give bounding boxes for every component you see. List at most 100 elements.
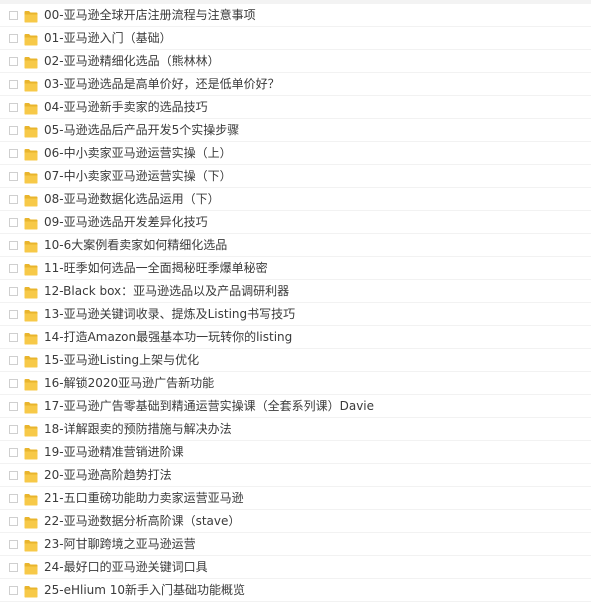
folder-icon — [24, 31, 38, 46]
folder-name: 06-中小卖家亚马逊运营实操（上） — [44, 146, 232, 160]
row-checkbox[interactable] — [9, 172, 18, 181]
folder-row[interactable]: 12-Black box：亚马逊选品以及产品调研利器 — [0, 280, 591, 303]
folder-row[interactable]: 05-马逊选品后产品开发5个实操步骤 — [0, 119, 591, 142]
folder-icon — [24, 422, 38, 437]
row-checkbox[interactable] — [9, 218, 18, 227]
folder-icon — [24, 77, 38, 92]
folder-row[interactable]: 23-阿甘聊跨境之亚马逊运营 — [0, 533, 591, 556]
folder-icon — [24, 353, 38, 368]
folder-row[interactable]: 07-中小卖家亚马逊运营实操（下） — [0, 165, 591, 188]
folder-name: 10-6大案例看卖家如何精细化选品 — [44, 238, 228, 252]
file-browser-window: 00-亚马逊全球开店注册流程与注意事项 01-亚马逊入门（基础） 02-亚马逊精细化… — [0, 0, 591, 609]
folder-name: 20-亚马逊高阶趋势打法 — [44, 468, 172, 482]
folder-row[interactable]: 16-解锁2020亚马逊广告新功能 — [0, 372, 591, 395]
folder-row[interactable]: 04-亚马逊新手卖家的选品技巧 — [0, 96, 591, 119]
row-checkbox[interactable] — [9, 356, 18, 365]
folder-name: 02-亚马逊精细化选品（熊林林） — [44, 54, 220, 68]
row-checkbox[interactable] — [9, 126, 18, 135]
folder-row[interactable]: 13-亚马逊关键词收录、提炼及Listing书写技巧 — [0, 303, 591, 326]
row-checkbox[interactable] — [9, 287, 18, 296]
row-checkbox[interactable] — [9, 80, 18, 89]
folder-icon — [24, 376, 38, 391]
folder-name: 14-打造Amazon最强基本功一玩转你的listing — [44, 330, 293, 344]
folder-name: 11-旺季如何选品一全面揭秘旺季爆单秘密 — [44, 261, 268, 275]
folder-row[interactable]: 08-亚马逊数据化选品运用（下） — [0, 188, 591, 211]
folder-row[interactable]: 24-最好口的亚马逊关键词口具 — [0, 556, 591, 579]
folder-name: 07-中小卖家亚马逊运营实操（下） — [44, 169, 232, 183]
folder-row[interactable]: 10-6大案例看卖家如何精细化选品 — [0, 234, 591, 257]
folder-icon — [24, 169, 38, 184]
folder-name: 08-亚马逊数据化选品运用（下） — [44, 192, 220, 206]
row-checkbox[interactable] — [9, 310, 18, 319]
folder-row[interactable]: 14-打造Amazon最强基本功一玩转你的listing — [0, 326, 591, 349]
row-checkbox[interactable] — [9, 34, 18, 43]
folder-icon — [24, 468, 38, 483]
folder-name: 15-亚马逊Listing上架与优化 — [44, 353, 200, 367]
folder-row[interactable]: 09-亚马逊选品开发差异化技巧 — [0, 211, 591, 234]
row-checkbox[interactable] — [9, 586, 18, 595]
folder-row[interactable]: 22-亚马逊数据分析高阶课（stave） — [0, 510, 591, 533]
folder-name: 19-亚马逊精准营销进阶课 — [44, 445, 184, 459]
row-checkbox[interactable] — [9, 517, 18, 526]
row-checkbox[interactable] — [9, 195, 18, 204]
folder-name: 03-亚马逊选品是高单价好，还是低单价好？ — [44, 77, 280, 91]
folder-name: 13-亚马逊关键词收录、提炼及Listing书写技巧 — [44, 307, 296, 321]
folder-name: 25-eHlium 10新手入门基础功能概览 — [44, 583, 246, 597]
row-checkbox[interactable] — [9, 264, 18, 273]
row-checkbox[interactable] — [9, 11, 18, 20]
row-checkbox[interactable] — [9, 425, 18, 434]
folder-name: 23-阿甘聊跨境之亚马逊运营 — [44, 537, 196, 551]
folder-icon — [24, 307, 38, 322]
folder-row[interactable]: 03-亚马逊选品是高单价好，还是低单价好？ — [0, 73, 591, 96]
folder-icon — [24, 146, 38, 161]
folder-row[interactable]: 21-五口重磅功能助力卖家运营亚马逊 — [0, 487, 591, 510]
row-checkbox[interactable] — [9, 57, 18, 66]
folder-icon — [24, 261, 38, 276]
folder-name: 05-马逊选品后产品开发5个实操步骤 — [44, 123, 240, 137]
folder-icon — [24, 491, 38, 506]
folder-name: 22-亚马逊数据分析高阶课（stave） — [44, 514, 241, 528]
folder-name: 04-亚马逊新手卖家的选品技巧 — [44, 100, 208, 114]
row-checkbox[interactable] — [9, 241, 18, 250]
folder-name: 09-亚马逊选品开发差异化技巧 — [44, 215, 208, 229]
folder-icon — [24, 100, 38, 115]
row-checkbox[interactable] — [9, 540, 18, 549]
row-checkbox[interactable] — [9, 103, 18, 112]
folder-icon — [24, 583, 38, 598]
row-checkbox[interactable] — [9, 494, 18, 503]
folder-row[interactable]: 11-旺季如何选品一全面揭秘旺季爆单秘密 — [0, 257, 591, 280]
folder-icon — [24, 8, 38, 23]
folder-icon — [24, 238, 38, 253]
folder-icon — [24, 284, 38, 299]
folder-icon — [24, 123, 38, 138]
folder-row[interactable]: 06-中小卖家亚马逊运营实操（上） — [0, 142, 591, 165]
folder-row[interactable]: 15-亚马逊Listing上架与优化 — [0, 349, 591, 372]
folder-row[interactable]: 02-亚马逊精细化选品（熊林林） — [0, 50, 591, 73]
folder-name: 18-详解跟卖的预防措施与解决办法 — [44, 422, 232, 436]
folder-name: 16-解锁2020亚马逊广告新功能 — [44, 376, 215, 390]
folder-name: 00-亚马逊全球开店注册流程与注意事项 — [44, 8, 256, 22]
folder-row[interactable]: 20-亚马逊高阶趋势打法 — [0, 464, 591, 487]
folder-icon — [24, 560, 38, 575]
row-checkbox[interactable] — [9, 379, 18, 388]
row-checkbox[interactable] — [9, 402, 18, 411]
row-checkbox[interactable] — [9, 448, 18, 457]
folder-name: 17-亚马逊广告零基础到精通运营实操课（全套系列课）Davie — [44, 399, 375, 413]
row-checkbox[interactable] — [9, 333, 18, 342]
folder-icon — [24, 54, 38, 69]
folder-name: 01-亚马逊入门（基础） — [44, 31, 172, 45]
folder-row[interactable]: 18-详解跟卖的预防措施与解决办法 — [0, 418, 591, 441]
folder-name: 21-五口重磅功能助力卖家运营亚马逊 — [44, 491, 244, 505]
folder-list: 00-亚马逊全球开店注册流程与注意事项 01-亚马逊入门（基础） 02-亚马逊精细化… — [0, 4, 591, 602]
row-checkbox[interactable] — [9, 149, 18, 158]
folder-name: 12-Black box：亚马逊选品以及产品调研利器 — [44, 284, 290, 298]
row-checkbox[interactable] — [9, 471, 18, 480]
row-checkbox[interactable] — [9, 563, 18, 572]
folder-row[interactable]: 19-亚马逊精准营销进阶课 — [0, 441, 591, 464]
folder-row[interactable]: 17-亚马逊广告零基础到精通运营实操课（全套系列课）Davie — [0, 395, 591, 418]
folder-row[interactable]: 01-亚马逊入门（基础） — [0, 27, 591, 50]
folder-row[interactable]: 25-eHlium 10新手入门基础功能概览 — [0, 579, 591, 602]
folder-icon — [24, 215, 38, 230]
folder-icon — [24, 445, 38, 460]
folder-row[interactable]: 00-亚马逊全球开店注册流程与注意事项 — [0, 4, 591, 27]
